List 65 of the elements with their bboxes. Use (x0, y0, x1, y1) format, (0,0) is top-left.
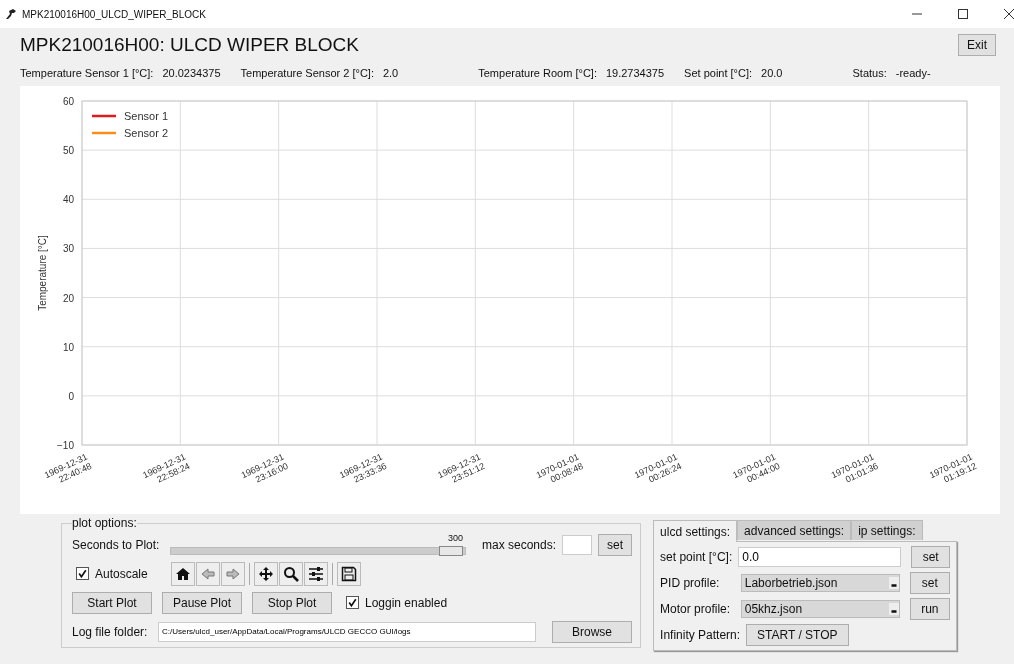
seconds-label: Seconds to Plot: (72, 537, 161, 552)
reading-value: 20.0 (761, 67, 783, 79)
exit-button[interactable]: Exit (958, 34, 996, 56)
reading-label: Status: (852, 67, 887, 79)
setting-label: Infinity Pattern: (660, 628, 741, 642)
slider-reading: 300 (448, 532, 464, 543)
profile-dropdown[interactable]: 05khz.json (740, 600, 900, 618)
y-tick-label: 20 (62, 292, 74, 304)
browse-button[interactable]: Browse (552, 620, 632, 643)
reading-label: Temperature Sensor 1 [°C]: (20, 67, 154, 79)
setting-label: PID profile: (660, 576, 721, 590)
reading-value: 2.0 (382, 67, 399, 79)
reading-label: Temperature Sensor 2 [°C]: (240, 67, 374, 79)
autoscale-checkbox[interactable] (76, 567, 89, 580)
setting-label: Motor profile: (660, 602, 732, 616)
start-stop-button[interactable]: START / STOP (746, 624, 849, 646)
log-folder-label: Log file folder: (72, 624, 149, 639)
plot-button[interactable]: Start Plot (72, 591, 152, 614)
set-button[interactable]: set (911, 546, 951, 568)
y-axis-label: Temperature [°C] (37, 235, 48, 311)
y-tick-label: 10 (62, 341, 74, 353)
window-title: MPK210016H00_ULCD_WIPER_BLOCK (22, 8, 206, 20)
logging-label: Loggin enabled (365, 595, 448, 610)
app-icon (4, 7, 18, 21)
app-title: MPK210016H00: ULCD WIPER BLOCK (20, 34, 359, 56)
slider-thumb[interactable] (439, 545, 463, 556)
sliders-icon[interactable] (304, 561, 328, 586)
reading-value: 19.2734375 (605, 67, 665, 79)
settings-tab[interactable]: ip settings: (851, 520, 923, 540)
setting-label: set point [°C]: (660, 550, 733, 564)
logging-checkbox[interactable] (346, 596, 359, 609)
y-tick-label: 30 (62, 243, 74, 255)
log-folder-field[interactable]: C:/Users/ulcd_user/AppData/Local/Programs/ULCD GECCO GUI/logs (158, 621, 536, 642)
move-icon[interactable] (254, 561, 278, 586)
legend-label: Sensor 2 (124, 127, 169, 139)
y-tick-label: −10 (57, 440, 74, 451)
y-tick-label: 0 (68, 390, 74, 402)
legend-label: Sensor 1 (124, 110, 169, 122)
y-tick-label: 50 (62, 145, 74, 157)
reading-label: Set point [°C]: (684, 67, 753, 79)
dropdown-icon (888, 577, 899, 589)
action-button[interactable]: set (909, 572, 951, 594)
save-icon[interactable] (337, 561, 361, 586)
search-icon[interactable] (279, 561, 303, 586)
settings-tab[interactable]: advanced settings: (737, 520, 852, 540)
reading-value: 20.0234375 (162, 67, 221, 79)
close-icon[interactable] (1004, 9, 1014, 19)
settings-tab[interactable]: ulcd settings: (653, 520, 738, 542)
home-icon[interactable] (171, 561, 195, 586)
group-title: plot options: (72, 516, 137, 530)
autoscale-label: Autoscale (95, 566, 149, 581)
set-button[interactable]: set (598, 533, 633, 556)
profile-dropdown[interactable]: Laborbetrieb.json (740, 574, 900, 592)
dropdown-icon (888, 603, 899, 615)
reading-label: Temperature Room [°C]: (478, 67, 597, 79)
plot-button[interactable]: Pause Plot (162, 591, 242, 614)
y-tick-label: 60 (62, 96, 74, 107)
setpoint-field[interactable]: 0.0 (738, 547, 902, 567)
reading-value: -ready- (895, 67, 931, 79)
plot-button[interactable]: Stop Plot (252, 591, 332, 614)
y-tick-label: 40 (62, 194, 74, 206)
maximize-icon[interactable] (958, 9, 968, 19)
max-seconds-field[interactable] (562, 534, 593, 555)
max-seconds-label: max seconds: (482, 537, 557, 552)
action-button[interactable]: run (909, 598, 951, 620)
